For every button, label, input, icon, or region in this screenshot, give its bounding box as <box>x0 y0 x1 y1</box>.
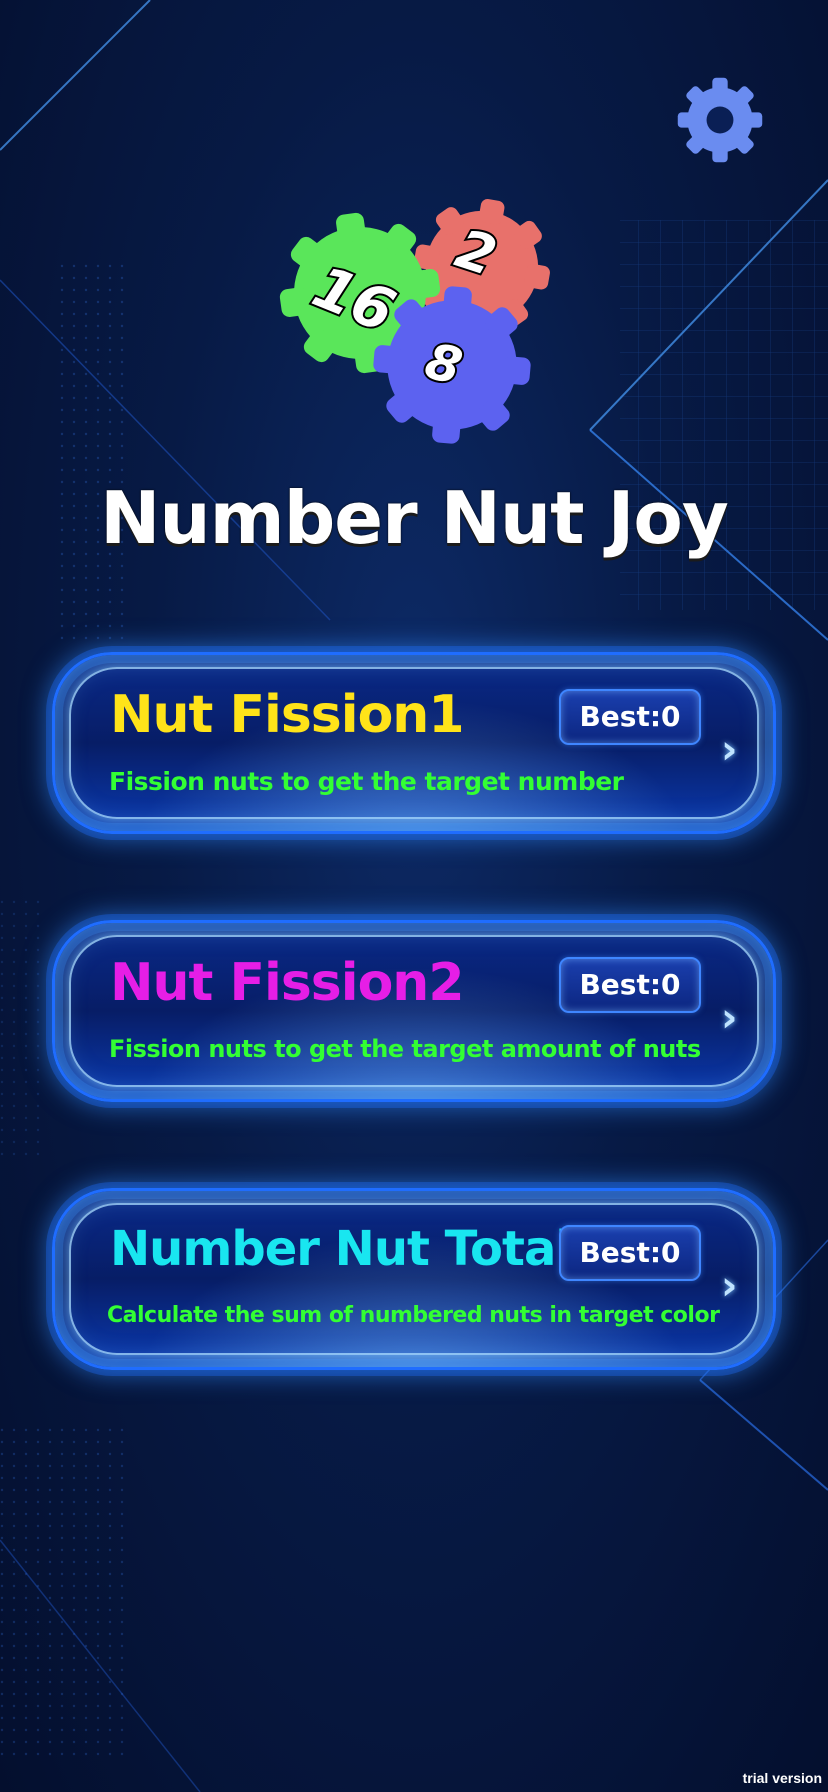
trial-version-label: trial version <box>742 1770 822 1786</box>
mode-button-nut-fission2[interactable]: Nut Fission2 Best:0 Fission nuts to get … <box>52 920 776 1102</box>
mode-description: Fission nuts to get the target number <box>109 767 624 796</box>
game-title: Number Nut Joy <box>100 476 729 560</box>
mode-description: Fission nuts to get the target amount of… <box>109 1035 701 1063</box>
chevron-right-icon: › <box>721 1263 738 1309</box>
mode-title: Nut Fission1 <box>110 685 464 745</box>
best-score-badge: Best:0 <box>559 1225 701 1281</box>
mode-button-nut-fission1[interactable]: Nut Fission1 Best:0 Fission nuts to get … <box>52 652 776 834</box>
best-score-badge: Best:0 <box>559 957 701 1013</box>
settings-button[interactable] <box>672 72 768 168</box>
mode-title: Nut Fission2 <box>110 953 464 1013</box>
mode-button-number-nut-total[interactable]: Number Nut Total Best:0 Calculate the su… <box>52 1188 776 1370</box>
mode-title: Number Nut Total <box>110 1221 572 1277</box>
mode-description: Calculate the sum of numbered nuts in ta… <box>107 1303 720 1328</box>
gear-icon <box>677 77 763 163</box>
best-score-badge: Best:0 <box>559 689 701 745</box>
chevron-right-icon: › <box>721 995 738 1041</box>
game-logo: 16 2 8 <box>269 195 561 450</box>
chevron-right-icon: › <box>721 727 738 773</box>
